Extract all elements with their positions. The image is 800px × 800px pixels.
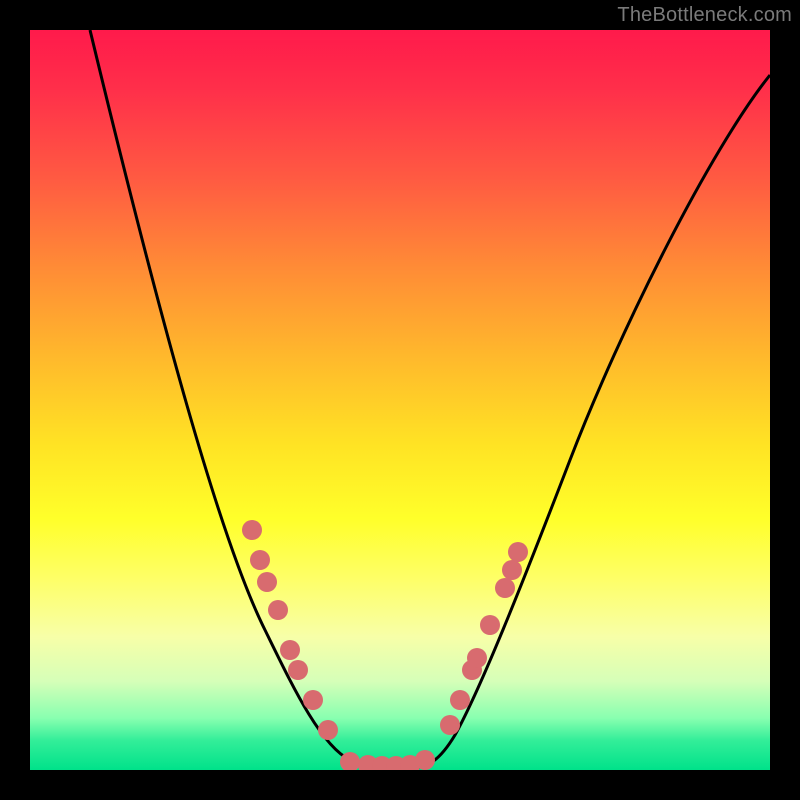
data-marker (415, 750, 435, 770)
data-marker (467, 648, 487, 668)
data-marker (480, 615, 500, 635)
data-marker (257, 572, 277, 592)
data-marker (268, 600, 288, 620)
data-marker (288, 660, 308, 680)
data-marker (280, 640, 300, 660)
data-marker (508, 542, 528, 562)
watermark-text: TheBottleneck.com (617, 4, 792, 27)
data-marker (440, 715, 460, 735)
bottleneck-curve (90, 30, 770, 768)
curve-layer (30, 30, 770, 770)
data-marker (450, 690, 470, 710)
data-marker (495, 578, 515, 598)
data-marker (250, 550, 270, 570)
marker-group (242, 520, 528, 770)
data-marker (502, 560, 522, 580)
plot-area (30, 30, 770, 770)
data-marker (242, 520, 262, 540)
data-marker (303, 690, 323, 710)
data-marker (318, 720, 338, 740)
